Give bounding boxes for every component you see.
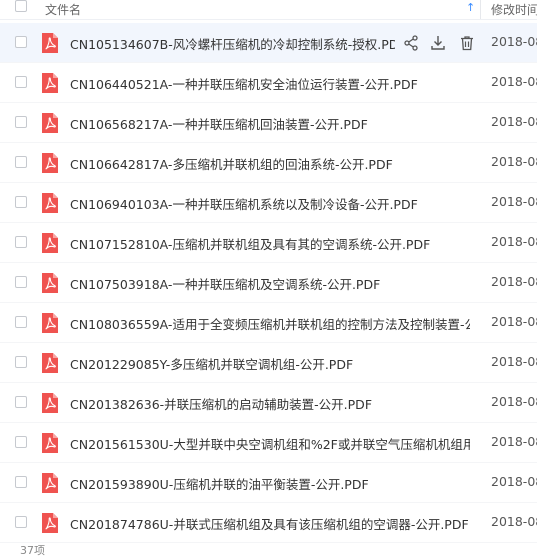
row-checkbox[interactable] <box>15 116 27 128</box>
row-checkbox[interactable] <box>15 236 27 248</box>
file-name[interactable]: CN106440521A-一种并联压缩机安全油位运行装置-公开.PDF <box>70 74 470 93</box>
file-modified-date: 2018-08- <box>491 354 537 369</box>
file-row[interactable]: CN201382636-并联压缩机的启动辅助装置-公开.PDF 2018-08- <box>0 383 537 423</box>
pdf-file-icon <box>40 392 60 414</box>
row-checkbox[interactable] <box>15 76 27 88</box>
item-count: 37项 <box>20 544 45 557</box>
file-row[interactable]: CN201874786U-并联式压缩机组及具有该压缩机组的空调器-公开.PDF 2… <box>0 503 537 543</box>
row-checkbox[interactable] <box>15 396 27 408</box>
file-list: CN105134607B-风冷螺杆压缩机的冷却控制系统-授权.PDF 2018-0… <box>0 23 537 543</box>
file-name[interactable]: CN107152810A-压缩机并联机组及具有其的空调系统-公开.PDF <box>70 234 470 253</box>
file-row[interactable]: CN105134607B-风冷螺杆压缩机的冷却控制系统-授权.PDF 2018-0… <box>0 23 537 63</box>
pdf-file-icon <box>40 352 60 374</box>
column-header-name[interactable]: 文件名 <box>45 1 81 18</box>
file-row[interactable]: CN106440521A-一种并联压缩机安全油位运行装置-公开.PDF 2018-… <box>0 63 537 103</box>
row-checkbox[interactable] <box>15 156 27 168</box>
file-name[interactable]: CN106940103A-一种并联压缩机系统以及制冷设备-公开.PDF <box>70 194 470 213</box>
pdf-file-icon <box>40 312 60 334</box>
file-modified-date: 2018-08- <box>491 74 537 89</box>
pdf-file-icon <box>40 192 60 214</box>
file-modified-date: 2018-08- <box>491 114 537 129</box>
file-name[interactable]: CN201593890U-压缩机并联的油平衡装置-公开.PDF <box>70 474 470 493</box>
file-row[interactable]: CN106568217A-一种并联压缩机回油装置-公开.PDF 2018-08- <box>0 103 537 143</box>
file-row[interactable]: CN106642817A-多压缩机并联机组的回油系统-公开.PDF 2018-08… <box>0 143 537 183</box>
file-modified-date: 2018-08- <box>491 434 537 449</box>
row-checkbox[interactable] <box>15 436 27 448</box>
file-row[interactable]: CN106940103A-一种并联压缩机系统以及制冷设备-公开.PDF 2018-… <box>0 183 537 223</box>
row-checkbox[interactable] <box>15 196 27 208</box>
file-row[interactable]: CN201229085Y-多压缩机并联空调机组-公开.PDF 2018-08- <box>0 343 537 383</box>
row-checkbox[interactable] <box>15 476 27 488</box>
row-actions <box>402 34 480 52</box>
file-row[interactable]: CN201593890U-压缩机并联的油平衡装置-公开.PDF 2018-08- <box>0 463 537 503</box>
file-modified-date: 2018-08- <box>491 514 537 529</box>
file-name[interactable]: CN105134607B-风冷螺杆压缩机的冷却控制系统-授权.PDF <box>70 34 395 53</box>
file-row[interactable]: CN201561530U-大型并联中央空调机组和%2F或并联空气压缩机机组用..… <box>0 423 537 463</box>
pdf-file-icon <box>40 272 60 294</box>
download-icon[interactable] <box>429 34 447 52</box>
pdf-file-icon <box>40 112 60 134</box>
file-list-header: 文件名 ↑ 修改时间 <box>0 0 537 20</box>
pdf-file-icon <box>40 32 60 54</box>
file-name[interactable]: CN106568217A-一种并联压缩机回油装置-公开.PDF <box>70 114 470 133</box>
file-modified-date: 2018-08- <box>491 314 537 329</box>
file-name[interactable]: CN201561530U-大型并联中央空调机组和%2F或并联空气压缩机机组用..… <box>70 434 470 453</box>
file-modified-date: 2018-08- <box>491 274 537 289</box>
pdf-file-icon <box>40 432 60 454</box>
file-modified-date: 2018-08- <box>491 474 537 489</box>
column-header-date[interactable]: 修改时间 <box>491 1 537 18</box>
file-row[interactable]: CN108036559A-适用于全变频压缩机并联机组的控制方法及控制装置-公..… <box>0 303 537 343</box>
row-checkbox[interactable] <box>15 316 27 328</box>
file-row[interactable]: CN107503918A-一种并联压缩机及空调系统-公开.PDF 2018-08- <box>0 263 537 303</box>
file-modified-date: 2018-08- <box>491 194 537 209</box>
row-checkbox[interactable] <box>15 516 27 528</box>
file-name[interactable]: CN107503918A-一种并联压缩机及空调系统-公开.PDF <box>70 274 470 293</box>
file-modified-date: 2018-08- <box>491 154 537 169</box>
pdf-file-icon <box>40 72 60 94</box>
share-icon[interactable] <box>402 34 420 52</box>
file-row[interactable]: CN107152810A-压缩机并联机组及具有其的空调系统-公开.PDF 2018… <box>0 223 537 263</box>
file-name[interactable]: CN106642817A-多压缩机并联机组的回油系统-公开.PDF <box>70 154 470 173</box>
file-modified-date: 2018-08- <box>491 394 537 409</box>
column-divider[interactable] <box>480 0 481 19</box>
file-modified-date: 2018-08- <box>491 234 537 249</box>
row-checkbox[interactable] <box>15 276 27 288</box>
sort-asc-icon[interactable]: ↑ <box>466 1 475 14</box>
row-checkbox[interactable] <box>15 36 27 48</box>
file-name[interactable]: CN108036559A-适用于全变频压缩机并联机组的控制方法及控制装置-公..… <box>70 314 470 333</box>
pdf-file-icon <box>40 472 60 494</box>
file-name[interactable]: CN201382636-并联压缩机的启动辅助装置-公开.PDF <box>70 394 470 413</box>
pdf-file-icon <box>40 512 60 534</box>
file-modified-date: 2018-08- <box>491 34 537 49</box>
file-name[interactable]: CN201229085Y-多压缩机并联空调机组-公开.PDF <box>70 354 470 373</box>
select-all-checkbox[interactable] <box>15 0 27 12</box>
pdf-file-icon <box>40 232 60 254</box>
pdf-file-icon <box>40 152 60 174</box>
delete-icon[interactable] <box>458 34 476 52</box>
file-name[interactable]: CN201874786U-并联式压缩机组及具有该压缩机组的空调器-公开.PDF <box>70 514 470 533</box>
row-checkbox[interactable] <box>15 356 27 368</box>
